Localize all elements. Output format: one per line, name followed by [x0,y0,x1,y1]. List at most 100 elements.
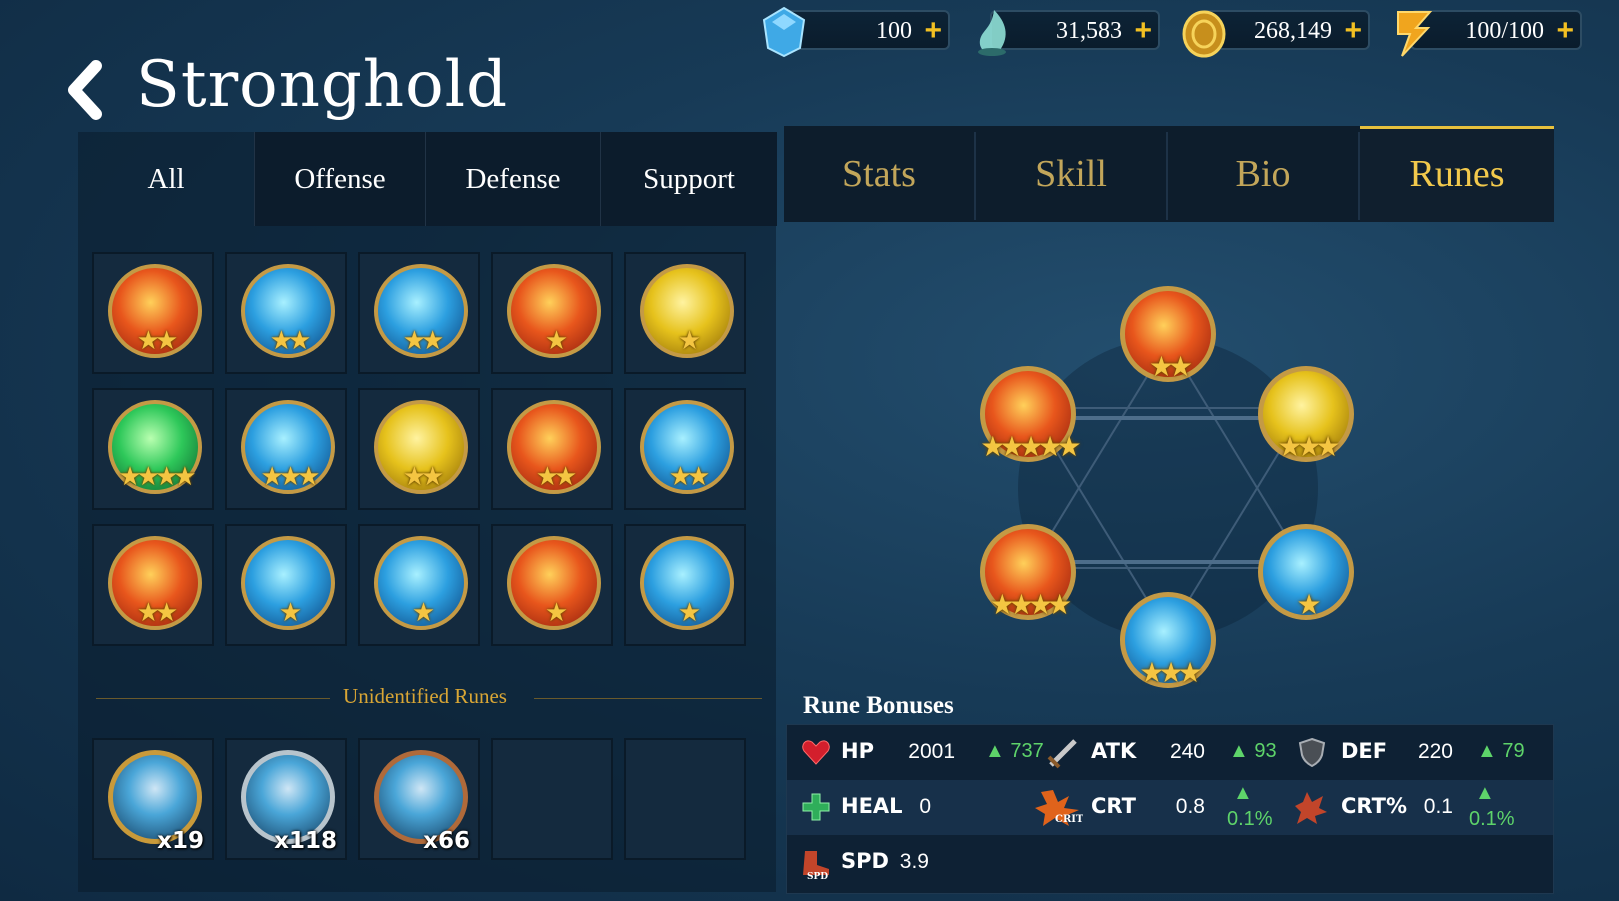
add-spirit-button[interactable]: + [1134,14,1152,48]
gold-value: 268,149 [1254,18,1332,44]
stat-increase: 0.1% [1469,808,1515,830]
speed-boot-icon: SPD [803,851,829,881]
stat-increase-arrow: ▲ [1475,782,1495,804]
rune-bonuses-heading: Rune Bonuses [803,692,954,719]
energy-bolt-icon [1397,11,1433,57]
rune-slot[interactable]: ★★ [225,252,347,374]
rune-slot[interactable]: ★ [225,524,347,646]
rune-stars: ★ [677,326,701,356]
bonus-row: SPD SPD 3.9 [787,835,1553,890]
rune-stars: ★★★ [1139,656,1202,689]
empty-rune-slot [491,738,613,860]
rune-slot[interactable]: ★ [624,524,746,646]
unidentified-rune-slot[interactable]: x19 [92,738,214,860]
stat-increase: ▲ 79 [1477,740,1525,762]
rune-stars: ★ [278,598,302,628]
rune-slot[interactable]: ★★ [624,388,746,510]
rune-stars: ★★ [668,462,711,492]
bonus-row: HEAL 0 CRIT CRT 0.8 ▲ 0.1% CRT% 0.1 ▲ 0.… [787,780,1553,835]
unidentified-runes-label: Unidentified Runes [343,684,507,708]
bonus-row: HP 2001 ▲ 737 ATK 240 ▲ 93 DEF 220 ▲ 79 [787,725,1553,780]
rune-stars: ★★ [136,326,179,356]
stat-value: 220 [1417,740,1453,763]
rune-stars: ★ [544,326,568,356]
sword-icon [1047,739,1077,769]
stat-increase-arrow: ▲ [1233,782,1253,804]
rune-slot[interactable]: ★★★★ [92,388,214,510]
rune-stars: ★★ [136,598,179,628]
gem-icon [762,6,806,58]
spirit-value: 31,583 [1056,18,1122,44]
filter-tab-all[interactable]: All [78,132,254,226]
rune-slot[interactable]: ★ [491,524,613,646]
back-arrow-icon[interactable] [66,60,106,120]
rune-count: x66 [423,828,470,854]
tab-runes[interactable]: Runes [1360,126,1554,222]
stat-value: 0.8 [1175,795,1205,818]
stat-value: 2001 [908,740,955,763]
rune-slot[interactable]: ★★★ [225,388,347,510]
stat-name: DEF [1341,739,1388,763]
rune-stars: ★★★★★ [980,430,1082,463]
gold-coin-icon [1182,10,1226,58]
divider-right [534,698,762,699]
rune-slot[interactable]: ★ [491,252,613,374]
rune-stars: ★★★★ [989,588,1072,621]
heart-icon [802,740,830,765]
stat-increase: ▲ 737 [985,740,1044,762]
rune-slot[interactable]: ★★ [491,388,613,510]
rune-bonuses-table: HP 2001 ▲ 737 ATK 240 ▲ 93 DEF 220 ▲ 79 … [786,724,1554,894]
rune-count: x19 [157,828,204,854]
stat-name: HP [841,739,874,763]
shield-icon [1298,737,1326,767]
filter-tab-support[interactable]: Support [600,132,777,226]
currency-energy[interactable]: 100/100 + [1397,10,1582,57]
page-title: Stronghold [136,48,509,122]
energy-value: 100/100 [1465,18,1544,44]
add-gold-button[interactable]: + [1344,14,1362,48]
rune-slot[interactable]: ★★ [92,524,214,646]
rune-count: x118 [274,828,337,854]
rune-slot[interactable]: ★★ [358,252,480,374]
stat-value: 0.1 [1423,795,1453,818]
unidentified-rune-slot[interactable]: x66 [358,738,480,860]
add-gems-button[interactable]: + [924,14,942,48]
stat-name: ATK [1091,739,1137,763]
currency-spirit[interactable]: 31,583 + [978,10,1160,56]
tab-stats[interactable]: Stats [784,126,974,222]
add-energy-button[interactable]: + [1556,14,1574,48]
rune-stars: ★★★★ [118,462,196,492]
crit-damage-icon [1295,792,1327,824]
rune-stars: ★ [1296,588,1321,621]
rune-stars: ★★ [402,326,445,356]
currency-gold[interactable]: 268,149 + [1182,10,1370,58]
stat-name: CRT [1091,794,1136,818]
spd-icon-label: SPD [807,872,828,881]
stat-increase: ▲ 93 [1229,740,1277,762]
crit-icon-label: CRIT [1055,814,1083,825]
rune-stars: ★★ [269,326,312,356]
stat-increase: 0.1% [1227,808,1273,830]
filter-tab-defense[interactable]: Defense [425,132,600,226]
rune-slot[interactable]: ★★ [92,252,214,374]
rune-stars: ★ [677,598,701,628]
spirit-flame-icon [978,10,1006,56]
currency-gems[interactable]: 100 + [762,6,950,58]
gems-value: 100 [876,18,912,44]
tab-skill[interactable]: Skill [976,126,1166,222]
rune-stars: ★★★ [1277,430,1340,463]
tab-bio[interactable]: Bio [1168,126,1358,222]
rune-stars: ★★ [402,462,445,492]
heal-cross-icon [802,793,830,821]
rune-slot[interactable]: ★★ [358,388,480,510]
stat-value: 240 [1169,740,1205,763]
unidentified-rune-slot[interactable]: x118 [225,738,347,860]
filter-tab-offense[interactable]: Offense [254,132,425,226]
rune-stars: ★★ [535,462,578,492]
crit-burst-icon: CRIT [1035,790,1083,826]
stat-value: 0 [919,795,931,818]
rune-slot[interactable]: ★ [624,252,746,374]
rune-stars: ★★ [1148,350,1193,383]
rune-slot[interactable]: ★ [358,524,480,646]
rune-stars: ★ [544,598,568,628]
